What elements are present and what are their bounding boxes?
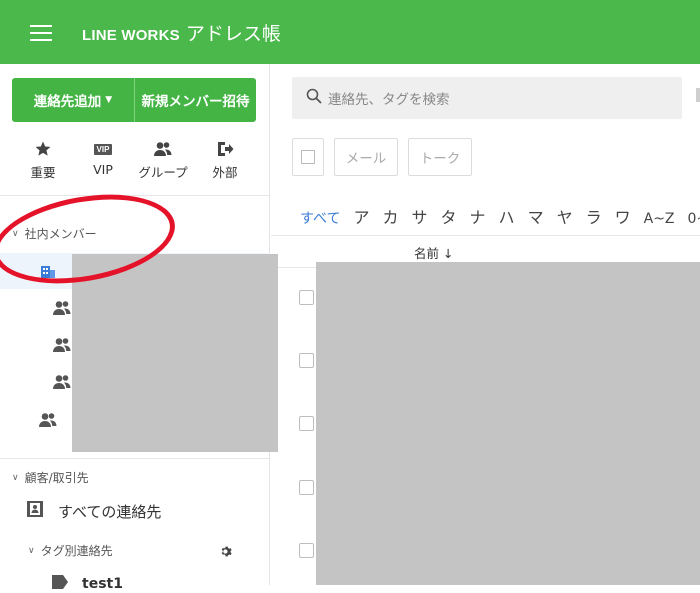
index-all[interactable]: すべて — [300, 208, 340, 228]
caret-down-icon: ▼ — [105, 95, 113, 105]
app-header: LINE WORKS アドレス帳 — [0, 0, 700, 64]
row-checkbox[interactable] — [299, 353, 314, 368]
redacted-area — [316, 262, 700, 585]
vip-icon: VIP — [76, 138, 130, 160]
index-ya[interactable]: ヤ — [557, 204, 573, 228]
tag-contacts-label: タグ別連絡先 — [40, 544, 113, 558]
select-all-checkbox[interactable] — [292, 138, 324, 176]
redacted-area — [72, 254, 278, 452]
invite-member-button[interactable]: 新規メンバー招待 — [134, 78, 256, 122]
shortcut-group[interactable]: グループ — [136, 138, 190, 181]
talk-button[interactable]: トーク — [408, 138, 472, 176]
shortcut-vip-label: VIP — [93, 162, 113, 177]
mail-button[interactable]: メール — [334, 138, 398, 176]
shortcut-bar: 重要 VIP VIP グループ 外部 — [0, 138, 270, 186]
index-sa[interactable]: サ — [412, 204, 428, 228]
search-icon — [306, 88, 322, 108]
group-icon — [52, 374, 72, 394]
search-placeholder: 連絡先、タグを検索 — [328, 92, 450, 108]
search-input[interactable]: 連絡先、タグを検索 — [292, 77, 682, 119]
name-column-label: 名前 — [414, 246, 440, 261]
index-ma[interactable]: マ — [528, 204, 544, 228]
row-checkbox[interactable] — [299, 480, 314, 495]
add-contact-button[interactable]: 連絡先追加 ▼ — [12, 78, 134, 122]
group-icon — [52, 337, 72, 357]
all-contacts-label: すべての連絡先 — [58, 502, 162, 521]
building-icon — [40, 263, 56, 283]
index-ra[interactable]: ラ — [586, 204, 602, 228]
index-num[interactable]: 0~ — [688, 211, 700, 227]
brand: LINE WORKS アドレス帳 — [82, 19, 281, 46]
toolbar-edge — [696, 88, 700, 102]
line-works-logo: LINE WORKS — [82, 27, 180, 44]
index-na[interactable]: ナ — [470, 204, 486, 228]
sidebar: 連絡先追加 ▼ 新規メンバー招待 重要 VIP VIP グループ 外部 ∨ 社内… — [0, 64, 278, 592]
chevron-down-icon: ∨ — [12, 228, 19, 239]
group-icon — [38, 412, 58, 432]
index-az[interactable]: A~Z — [644, 211, 675, 227]
contact-card-icon — [26, 500, 44, 522]
primary-button-group: 連絡先追加 ▼ 新規メンバー招待 — [12, 78, 256, 122]
internal-members-label: 社内メンバー — [24, 227, 97, 241]
divider — [0, 458, 270, 459]
menu-icon[interactable] — [30, 23, 52, 41]
internal-members-section[interactable]: ∨ 社内メンバー — [12, 225, 97, 242]
name-column-header[interactable]: 名前 ↓ — [414, 243, 453, 262]
index-ta[interactable]: タ — [441, 204, 457, 228]
divider — [0, 195, 270, 196]
sort-down-icon: ↓ — [443, 246, 454, 261]
external-icon — [198, 138, 252, 160]
group-icon — [52, 300, 72, 320]
index-ka[interactable]: カ — [382, 204, 398, 228]
index-ha[interactable]: ハ — [499, 204, 515, 228]
shortcut-important-label: 重要 — [30, 165, 56, 180]
index-a[interactable]: ア — [353, 204, 369, 228]
gear-icon[interactable] — [220, 543, 233, 562]
row-checkbox[interactable] — [299, 416, 314, 431]
tag-item[interactable]: test1 — [52, 574, 123, 593]
star-icon — [16, 138, 70, 160]
vip-badge: VIP — [93, 143, 113, 155]
index-wa[interactable]: ワ — [615, 204, 631, 228]
tag-item-label: test1 — [82, 575, 123, 592]
chevron-down-icon: ∨ — [12, 472, 19, 483]
customers-label: 顧客/取引先 — [24, 471, 89, 485]
tag-icon — [52, 574, 68, 593]
customers-section[interactable]: ∨ 顧客/取引先 — [12, 469, 89, 486]
main-panel: 連絡先、タグを検索 メール トーク すべて ア カ サ タ ナ ハ マ ヤ ラ … — [271, 64, 700, 585]
page-title: アドレス帳 — [185, 23, 281, 45]
all-contacts-item[interactable]: すべての連絡先 — [26, 500, 161, 522]
row-checkbox[interactable] — [299, 290, 314, 305]
index-filter-bar: すべて ア カ サ タ ナ ハ マ ヤ ラ ワ A~Z 0~ — [300, 204, 700, 228]
shortcut-external[interactable]: 外部 — [198, 138, 252, 181]
shortcut-group-label: グループ — [138, 165, 188, 180]
action-toolbar: メール トーク — [292, 138, 472, 176]
row-checkbox[interactable] — [299, 543, 314, 558]
add-contact-label: 連絡先追加 — [33, 94, 102, 110]
shortcut-external-label: 外部 — [212, 165, 238, 180]
chevron-down-icon: ∨ — [28, 545, 35, 556]
tag-contacts-section[interactable]: ∨ タグ別連絡先 — [28, 542, 113, 559]
shortcut-vip[interactable]: VIP VIP — [76, 138, 130, 177]
group-icon — [136, 138, 190, 160]
shortcut-important[interactable]: 重要 — [16, 138, 70, 181]
